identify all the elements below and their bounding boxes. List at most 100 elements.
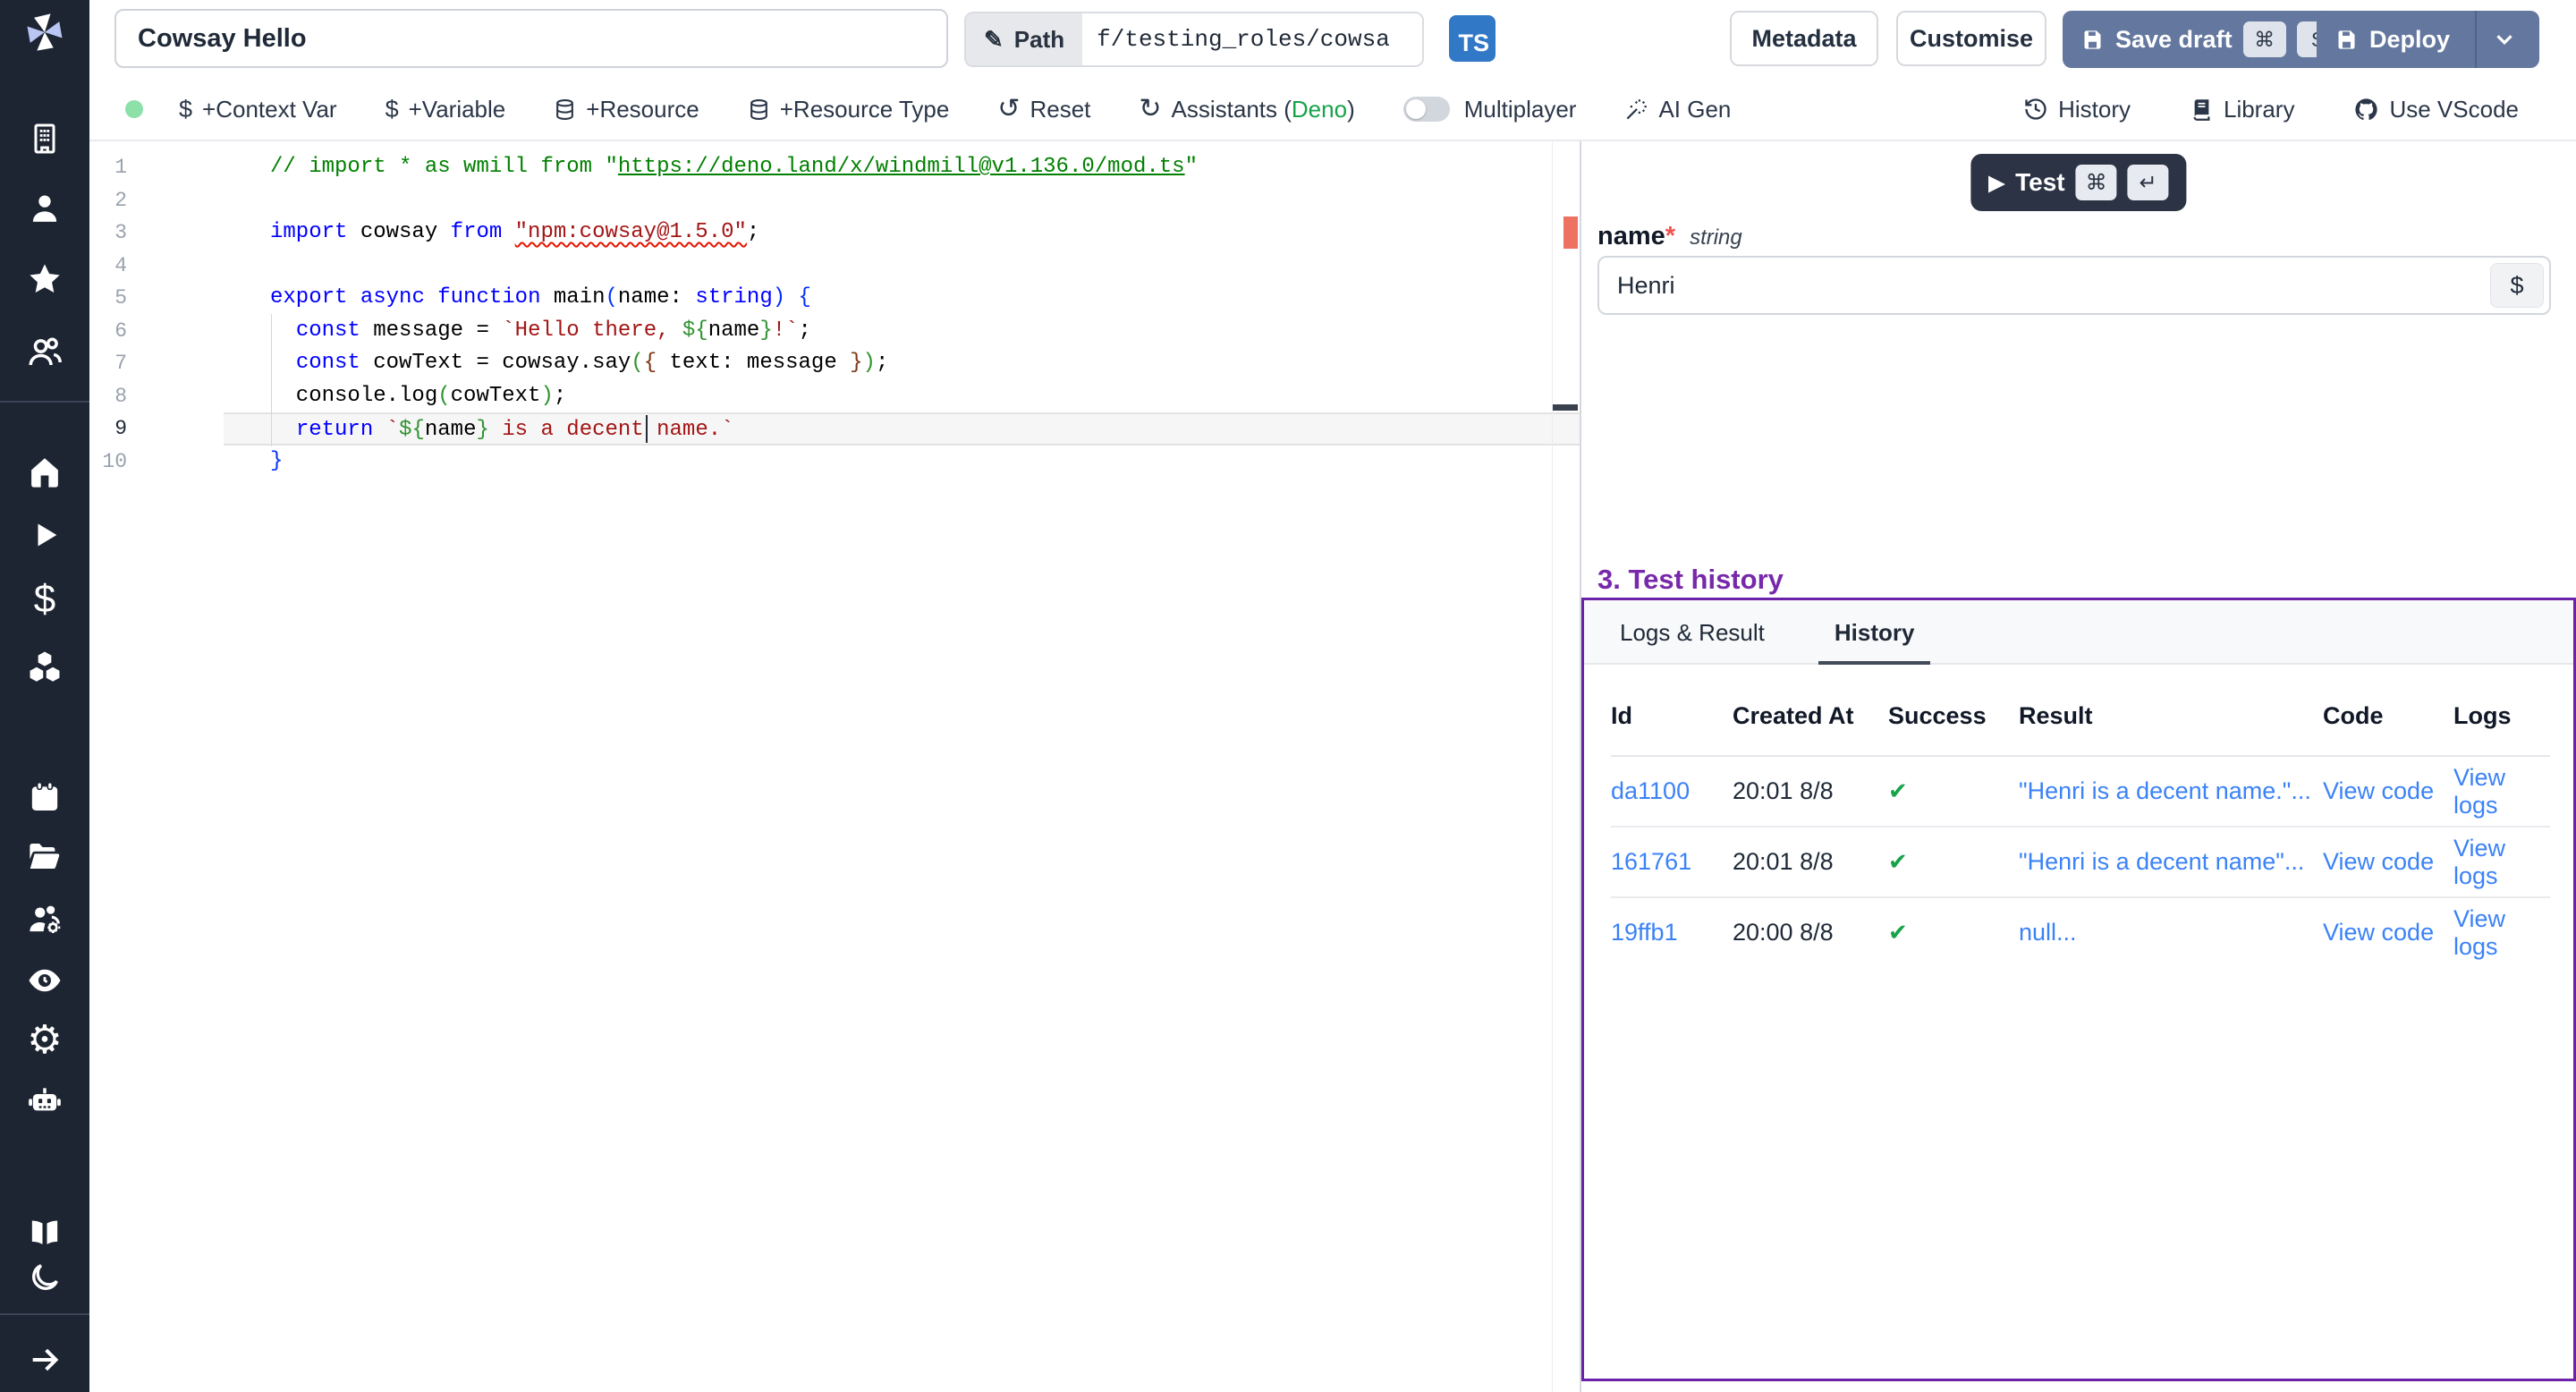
ai-gen-button[interactable]: AI Gen xyxy=(1624,96,1731,123)
result-link[interactable]: "Henri is a decent name."... xyxy=(2019,777,2323,805)
save-draft-button[interactable]: Save draft ⌘ S xyxy=(2063,11,2358,68)
path-input[interactable] xyxy=(1082,13,1422,65)
add-resource-label: +Resource xyxy=(586,96,699,123)
customise-button[interactable]: Customise xyxy=(1896,11,2046,66)
code-line-3[interactable]: import cowsay from "npm:cowsay@1.5.0"; xyxy=(224,216,1580,250)
book-open-icon[interactable] xyxy=(18,1207,72,1257)
run-id-link[interactable]: 19ffb1 xyxy=(1611,919,1733,946)
assistants-button[interactable]: ↻ Assistants (Deno) xyxy=(1139,96,1354,123)
code-token xyxy=(270,318,296,343)
view-code-link[interactable]: View code xyxy=(2323,848,2453,876)
add-resource-button[interactable]: +Resource xyxy=(554,96,699,123)
moon-icon[interactable] xyxy=(18,1252,72,1303)
add-variable-button[interactable]: $ +Variable xyxy=(386,96,506,123)
boxes-icon[interactable] xyxy=(18,641,72,692)
line-number-4: 4 xyxy=(89,250,127,283)
result-link[interactable]: null... xyxy=(2019,919,2323,946)
run-id-link[interactable]: da1100 xyxy=(1611,777,1733,805)
gear-icon[interactable]: ⚙ xyxy=(18,1015,72,1065)
history-row: 16176120:01 8/8✔"Henri is a decent name"… xyxy=(1611,828,2550,898)
deploy-button[interactable]: Deploy xyxy=(2317,11,2539,68)
code-line-7[interactable]: const cowText = cowsay.say({ text: messa… xyxy=(224,347,1580,380)
history-rows: da1100 20:01 8/8 ✔"Henri is a decent name.… xyxy=(1611,757,2550,967)
view-code-link[interactable]: View code xyxy=(2323,919,2453,946)
test-button[interactable]: ▶ Test ⌘ ↵ xyxy=(1970,154,2186,211)
code-line-8[interactable]: console.log(cowText); xyxy=(224,380,1580,413)
metadata-button[interactable]: Metadata xyxy=(1730,11,1878,66)
cursor-marker xyxy=(1553,404,1578,411)
use-vscode-button[interactable]: Use VScode xyxy=(2353,96,2519,123)
add-resource-type-button[interactable]: +Resource Type xyxy=(748,96,950,123)
code-line-9[interactable]: return `${name} is a decent name.` xyxy=(224,412,1580,446)
code-line-1[interactable]: // import * as wmill from "https://deno.… xyxy=(224,151,1580,184)
code-token: " xyxy=(1185,155,1198,179)
multiplayer-label: Multiplayer xyxy=(1464,96,1577,123)
line-number-7: 7 xyxy=(89,347,127,380)
run-id-link[interactable]: 161761 xyxy=(1611,848,1733,876)
reset-button[interactable]: ↺ Reset xyxy=(997,96,1090,123)
code-line-10[interactable]: } xyxy=(224,446,1580,479)
code-line-5[interactable]: export async function main(name: string)… xyxy=(224,282,1580,315)
code-token: from xyxy=(451,220,503,244)
code-token: cowText = cowsay.say xyxy=(360,351,631,375)
created-at: 20:01 8/8 xyxy=(1733,848,1888,876)
code-line-2[interactable] xyxy=(224,184,1580,217)
required-mark: * xyxy=(1665,222,1675,250)
command-key-badge: ⌘ xyxy=(2076,165,2117,200)
sidebar: $⚙ xyxy=(0,0,89,1392)
code-token: { xyxy=(799,285,811,310)
line-number-5: 5 xyxy=(89,282,127,315)
view-logs-link[interactable]: View logs xyxy=(2453,905,2550,961)
robot-icon[interactable] xyxy=(18,1075,72,1125)
result-link[interactable]: "Henri is a decent name"... xyxy=(2019,848,2323,876)
multiplayer-toggle[interactable] xyxy=(1403,97,1450,122)
history-button[interactable]: History xyxy=(2023,96,2131,123)
code-token: } xyxy=(759,318,772,343)
add-variable-label: +Variable xyxy=(409,96,506,123)
editor-code: // import * as wmill from "https://deno.… xyxy=(224,151,1580,478)
add-context-var-button[interactable]: $ +Context Var xyxy=(179,96,337,123)
library-button[interactable]: Library xyxy=(2190,96,2294,123)
tab-logs-result[interactable]: Logs & Result xyxy=(1611,619,1774,663)
windmill-logo[interactable] xyxy=(0,5,89,59)
users-gear-icon[interactable] xyxy=(18,895,72,945)
insert-variable-button[interactable]: $ xyxy=(2490,263,2544,308)
code-editor[interactable]: 12345678910 // import * as wmill from "h… xyxy=(89,141,1580,1392)
code-token: "npm:cowsay@1.5.0" xyxy=(515,220,747,244)
script-name-input[interactable] xyxy=(114,9,948,68)
calendar-icon[interactable] xyxy=(18,772,72,822)
code-token: ( xyxy=(605,285,617,310)
building-icon[interactable] xyxy=(18,114,72,164)
code-line-6[interactable]: const message = `Hello there, ${name}!`; xyxy=(224,315,1580,348)
star-icon[interactable] xyxy=(18,254,72,304)
code-token: console.log xyxy=(270,384,437,408)
library-icon xyxy=(2190,98,2214,122)
success-check-icon: ✔ xyxy=(1888,777,2019,805)
code-token xyxy=(502,220,514,244)
database-icon xyxy=(748,98,770,121)
view-code-link[interactable]: View code xyxy=(2323,777,2453,805)
view-logs-link[interactable]: View logs xyxy=(2453,835,2550,890)
line-number-8: 8 xyxy=(89,380,127,413)
col-logs: Logs xyxy=(2453,702,2550,730)
code-token: function xyxy=(437,285,540,310)
eye-icon[interactable] xyxy=(18,955,72,1006)
github-icon xyxy=(2353,97,2379,123)
code-token: ; xyxy=(747,220,759,244)
name-field-input[interactable] xyxy=(1599,258,2485,313)
code-token: main xyxy=(540,285,605,310)
play-icon[interactable] xyxy=(18,510,72,560)
code-line-4[interactable] xyxy=(224,250,1580,283)
folder-open-icon[interactable] xyxy=(18,831,72,881)
users-icon[interactable] xyxy=(18,327,72,378)
edit-path-button[interactable]: ✎ Path xyxy=(966,13,1082,65)
deploy-dropdown-button[interactable] xyxy=(2487,26,2521,53)
arrow-right-icon[interactable] xyxy=(18,1335,72,1385)
tab-history[interactable]: History xyxy=(1826,619,1924,663)
dollar-icon[interactable]: $ xyxy=(18,574,72,624)
user-icon[interactable] xyxy=(18,183,72,233)
code-token: name xyxy=(618,285,670,310)
view-logs-link[interactable]: View logs xyxy=(2453,764,2550,819)
home-icon[interactable] xyxy=(18,447,72,497)
col-code: Code xyxy=(2323,702,2453,730)
